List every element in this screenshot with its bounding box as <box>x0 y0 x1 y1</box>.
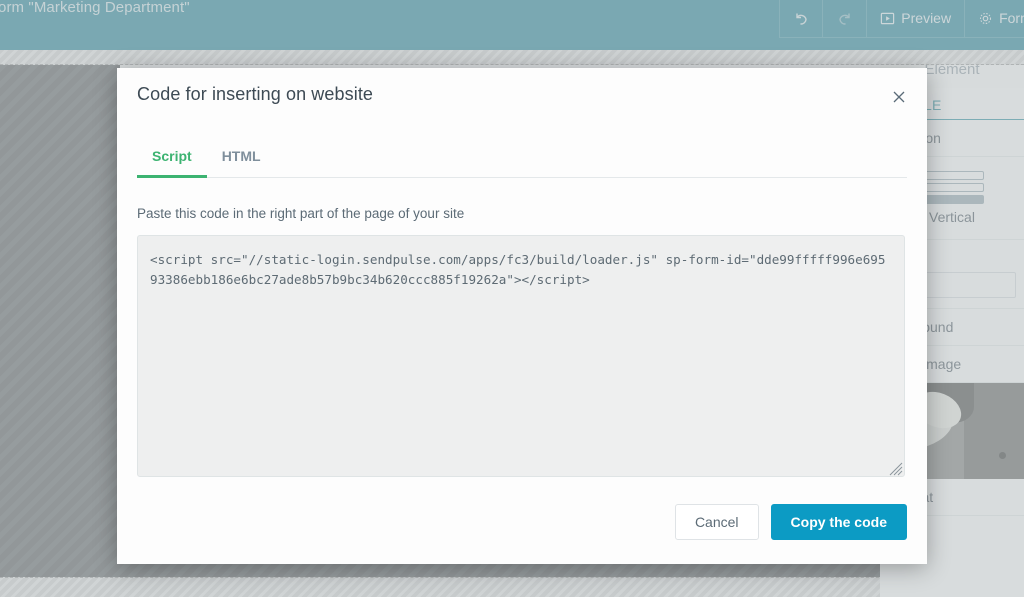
modal-title: Code for inserting on website <box>137 84 374 104</box>
modal-tabs: Script HTML <box>137 148 907 178</box>
tab-script[interactable]: Script <box>137 148 207 178</box>
textarea-resize-handle[interactable] <box>889 462 903 476</box>
form-builder-app: orm "Marketing Department" <box>0 0 1024 597</box>
copy-the-code-button[interactable]: Copy the code <box>770 504 907 540</box>
cancel-button[interactable]: Cancel <box>674 504 759 540</box>
insert-code-modal: Code for inserting on website Script HTM… <box>117 68 927 564</box>
close-modal-button[interactable] <box>886 85 912 111</box>
tab-html[interactable]: HTML <box>207 148 276 177</box>
embed-code-textarea[interactable]: <script src="//static-login.sendpulse.co… <box>137 235 905 477</box>
modal-footer: Cancel Copy the code <box>674 504 907 540</box>
modal-hint: Paste this code in the right part of the… <box>137 206 465 221</box>
close-icon <box>892 89 906 108</box>
